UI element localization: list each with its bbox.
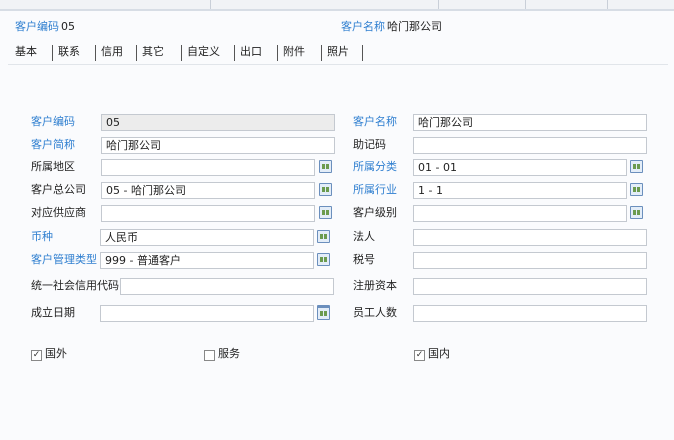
left-field-input: 05 [101,114,335,131]
toolbar-separator [607,0,608,9]
left-field-input[interactable]: 05 - 哈门那公司 [101,182,315,199]
toolbar-separator [438,0,439,9]
lookup-icon[interactable] [319,183,332,196]
calendar-icon[interactable] [317,305,330,320]
left-field-label: 客户编码 [31,115,75,128]
left-field-input[interactable] [101,205,315,222]
lookup-icon[interactable] [319,206,332,219]
left-field-label: 客户简称 [31,138,75,151]
left-field-input[interactable] [101,159,315,176]
tab-4[interactable]: 自定义 [187,44,220,60]
checkbox[interactable]: ✓ [31,350,42,361]
right-field-label: 客户级别 [353,206,397,219]
lookup-icon[interactable] [319,160,332,173]
lookup-icon[interactable] [630,183,643,196]
tab-separator [181,45,182,61]
right-field-input[interactable]: 哈门那公司 [413,114,647,131]
lookup-icon[interactable] [317,230,330,243]
left-field-input[interactable]: 人民币 [100,229,314,246]
left-field-input[interactable] [100,305,314,322]
right-field-label: 客户名称 [353,115,397,128]
right-field-label: 所属行业 [353,183,397,196]
left-field-label: 成立日期 [31,306,75,319]
tab-separator [321,45,322,61]
left-field-label: 客户总公司 [31,183,86,196]
checkbox[interactable] [204,350,215,361]
right-field-label: 员工人数 [353,306,397,319]
right-field-input[interactable]: 01 - 01 [413,159,627,176]
tab-separator [277,45,278,61]
checkbox-label: 服务 [218,347,240,360]
right-field-input[interactable] [413,305,647,322]
right-field-input[interactable]: 1 - 1 [413,182,627,199]
right-field-label: 注册资本 [353,279,397,292]
right-field-label: 所属分类 [353,160,397,173]
right-field-label: 助记码 [353,138,386,151]
left-field-input[interactable]: 999 - 普通客户 [100,252,314,269]
header-name-label: 客户名称 [341,20,385,33]
checkbox-label: 国内 [428,347,450,360]
tab-5[interactable]: 出口 [240,44,262,60]
left-field-label: 所属地区 [31,160,75,173]
tab-separator [136,45,137,61]
toolbar [0,0,674,11]
lookup-icon[interactable] [630,160,643,173]
left-field-input[interactable]: 哈门那公司 [101,137,335,154]
tab-0[interactable]: 基本 [15,44,37,60]
tab-separator [52,45,53,61]
right-field-label: 税号 [353,253,375,266]
header-code-label: 客户编码 [15,20,59,33]
right-field-input[interactable] [413,205,627,222]
left-field-input[interactable] [120,278,334,295]
checkbox-label: 国外 [45,347,67,360]
toolbar-separator [210,0,211,9]
tab-separator [362,45,363,61]
left-field-label: 对应供应商 [31,206,86,219]
tab-6[interactable]: 附件 [283,44,305,60]
tab-2[interactable]: 信用 [101,44,123,60]
tab-1[interactable]: 联系 [58,44,80,60]
left-field-label: 客户管理类型 [31,253,97,266]
right-field-input[interactable] [413,278,647,295]
left-field-label: 币种 [31,230,53,243]
tab-7[interactable]: 照片 [327,44,349,60]
right-field-label: 法人 [353,230,375,243]
toolbar-separator [525,0,526,9]
left-field-label: 统一社会信用代码 [31,279,119,292]
tab-separator [95,45,96,61]
tab-separator [234,45,235,61]
checkbox[interactable]: ✓ [414,350,425,361]
header-name-value: 哈门那公司 [387,20,442,33]
tab-3[interactable]: 其它 [142,44,164,60]
right-field-input[interactable] [413,252,647,269]
right-field-input[interactable] [413,137,647,154]
lookup-icon[interactable] [317,253,330,266]
lookup-icon[interactable] [630,206,643,219]
header-code-value: 05 [61,20,75,33]
right-field-input[interactable] [413,229,647,246]
